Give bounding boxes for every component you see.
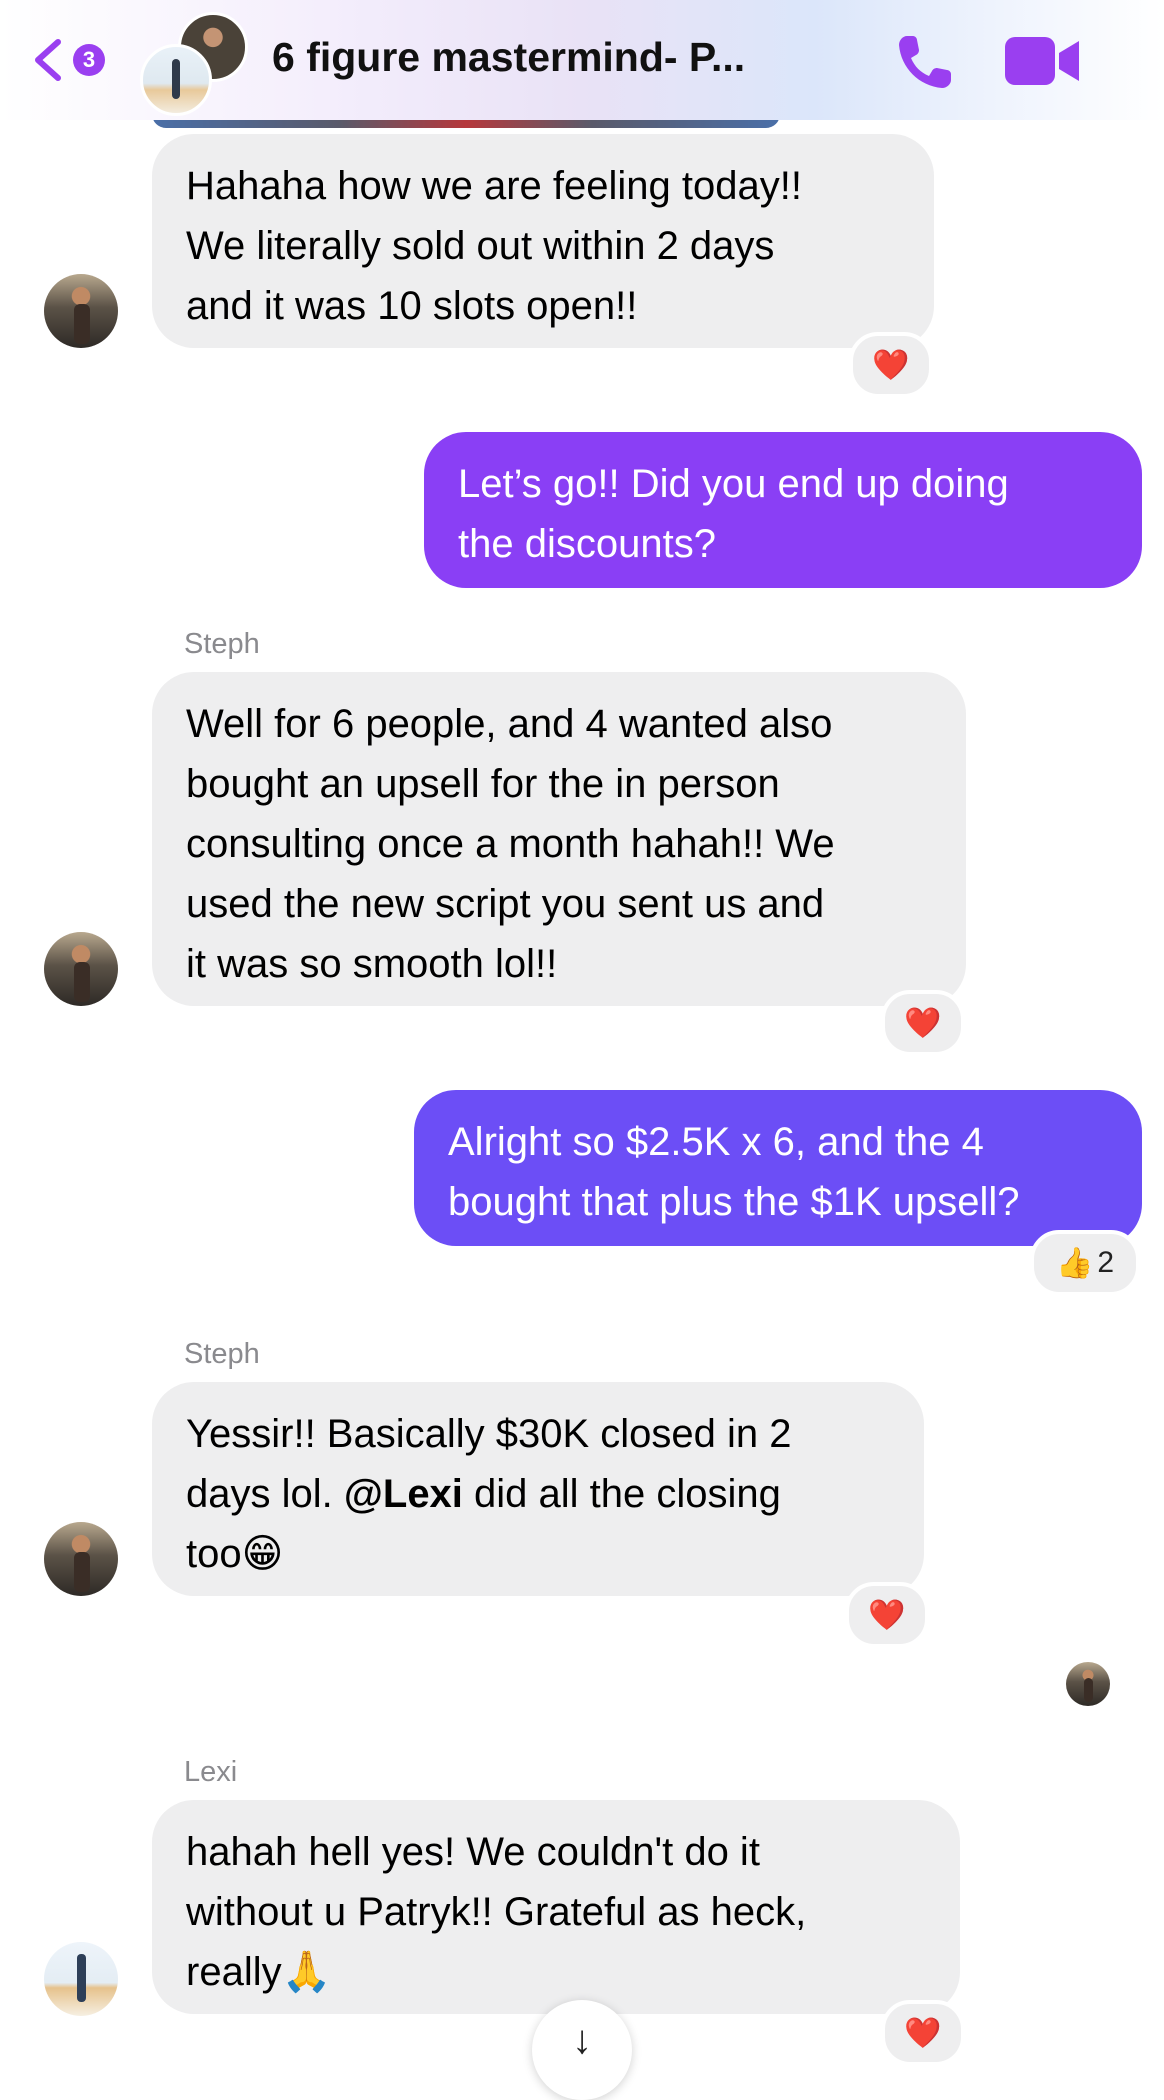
heart-reaction[interactable]: ❤️	[845, 1582, 929, 1648]
thumbs-up-reaction[interactable]: 👍 2	[1030, 1230, 1140, 1296]
message-line: without u Patryk!! Grateful as heck,	[186, 1890, 807, 1934]
message-line: really🙏	[186, 1950, 332, 1994]
message-line: used the new script you sent us and	[186, 882, 825, 926]
message-bubble-outgoing[interactable]: Alright so $2.5K x 6, and the 4 bought t…	[414, 1090, 1142, 1246]
chevron-left-icon	[35, 39, 61, 81]
sender-name: Steph	[184, 1338, 260, 1370]
arrow-down-icon: ↓	[572, 2018, 592, 2062]
heart-icon: ❤️	[904, 1006, 942, 1040]
message-line: bought that plus the $1K upsell?	[448, 1180, 1020, 1224]
message-line: Alright so $2.5K x 6, and the 4	[448, 1120, 984, 1164]
message-bubble-incoming[interactable]: hahah hell yes! We couldn't do it withou…	[152, 1800, 960, 2014]
sender-name: Steph	[184, 628, 260, 660]
heart-icon: ❤️	[904, 2016, 942, 2050]
mention-lexi[interactable]: @Lexi	[344, 1472, 463, 1516]
heart-icon: ❤️	[872, 348, 910, 382]
reaction-count: 2	[1097, 1246, 1115, 1279]
avatar-steph[interactable]	[44, 932, 118, 1006]
avatar-steph[interactable]	[44, 274, 118, 348]
heart-icon: ❤️	[868, 1598, 906, 1632]
back-button[interactable]: 3	[30, 30, 130, 90]
heart-reaction[interactable]: ❤️	[881, 2000, 965, 2066]
message-line: We literally sold out within 2 days	[186, 224, 775, 268]
avatar-steph[interactable]	[44, 1522, 118, 1596]
message-text: did all the closing	[474, 1472, 781, 1516]
member-avatar-lexi	[140, 44, 212, 116]
message-bubble-outgoing[interactable]: Let’s go!! Did you end up doing the disc…	[424, 432, 1142, 588]
heart-reaction[interactable]: ❤️	[849, 332, 933, 398]
thumbs-up-icon: 👍	[1055, 1246, 1094, 1280]
conversation-header: 3 6 figure mastermind- P...	[0, 0, 1164, 120]
read-receipt-avatar	[1066, 1662, 1110, 1706]
unread-count-badge: 3	[73, 44, 105, 76]
message-line: and it was 10 slots open!!	[186, 284, 638, 328]
message-line: Let’s go!! Did you end up doing	[458, 462, 1009, 506]
message-line: Well for 6 people, and 4 wanted also	[186, 702, 833, 746]
voice-call-button[interactable]	[893, 28, 959, 94]
message-bubble-incoming[interactable]: Hahaha how we are feeling today!! We lit…	[152, 134, 934, 348]
heart-reaction[interactable]: ❤️	[881, 990, 965, 1056]
message-line: bought an upsell for the in person	[186, 762, 780, 806]
avatar-lexi[interactable]	[44, 1942, 118, 2016]
group-avatar[interactable]	[140, 10, 250, 116]
message-line: it was so smooth lol!!	[186, 942, 558, 986]
message-line: days lol. @Lexi did all the closing	[186, 1464, 890, 1524]
video-call-button[interactable]	[1003, 33, 1083, 89]
message-line: Yessir!! Basically $30K closed in 2	[186, 1412, 792, 1456]
sender-name: Lexi	[184, 1756, 238, 1788]
message-line: Hahaha how we are feeling today!!	[186, 164, 802, 208]
phone-icon	[899, 36, 951, 88]
scroll-to-bottom-button[interactable]: ↓	[532, 2000, 632, 2100]
message-line: hahah hell yes! We couldn't do it	[186, 1830, 760, 1874]
conversation-title[interactable]: 6 figure mastermind- P...	[272, 34, 745, 81]
message-line: the discounts?	[458, 522, 716, 566]
message-bubble-incoming[interactable]: Yessir!! Basically $30K closed in 2 days…	[152, 1382, 924, 1596]
message-text: days lol.	[186, 1472, 333, 1516]
message-line: too😁	[186, 1532, 284, 1576]
message-bubble-incoming[interactable]: Well for 6 people, and 4 wanted also bou…	[152, 672, 966, 1006]
message-line: consulting once a month hahah!! We	[186, 822, 835, 866]
video-camera-icon	[1005, 37, 1079, 85]
